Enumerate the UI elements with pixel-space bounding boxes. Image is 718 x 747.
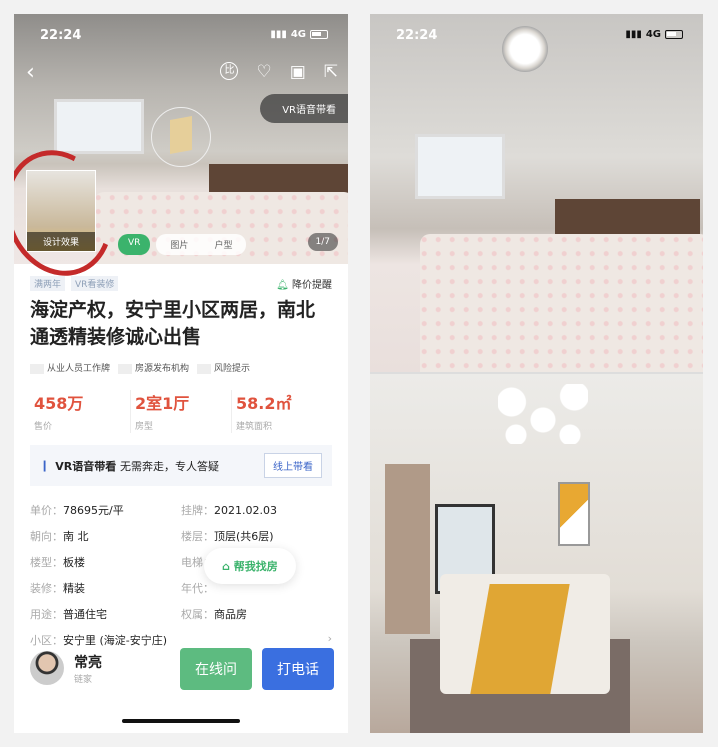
detail-item: 朝向：南 北 [30,530,89,543]
listing-title: 海淀产权，安宁里小区两居，南北通透精装修诚心出售 [30,299,316,348]
stat-price: 458万 售价 [30,390,131,433]
online-tour-button[interactable]: 线上带看 [264,453,322,478]
chat-online-button[interactable]: 在线问 [180,648,252,690]
badge-risk[interactable]: 风险提示 [197,361,250,374]
tab-photos[interactable]: 图片 [170,238,188,251]
price-alert-button[interactable]: 🔔︎ 降价提醒 [276,276,332,291]
share-icon[interactable]: ⇱ [324,62,338,82]
detail-item: 楼型：板楼 [30,556,85,569]
vr-voice-button[interactable]: VR语音带看 [260,94,348,123]
vr-icon: ❙ [40,459,50,472]
stat-area: 58.2㎡ 建筑面积 [236,394,292,432]
tag: 满两年 [30,276,66,291]
heart-icon[interactable]: ♡ [256,62,271,82]
photo-current-room[interactable] [370,14,703,372]
status-bar: 22:24 ▮▮▮ 4G [14,26,348,46]
agent-company: 链家 [74,674,93,685]
house-icon: ⌂ [222,560,230,573]
call-button[interactable]: 打电话 [262,648,334,690]
photos-phone-screen: 22:24 ▮▮▮ 4G [370,14,703,733]
battery-icon [310,30,328,39]
gallery-pager: 1/7 [307,233,338,251]
tag: VR看装修 [71,276,119,291]
network-label: 4G [290,29,306,40]
tab-floorplan[interactable]: 户型 [214,238,232,251]
calendar-check-icon[interactable]: ▣ [290,62,306,82]
compare-icon[interactable]: 比 [220,62,239,80]
back-icon[interactable]: ‹ [26,60,35,85]
badge-work-card[interactable]: 从业人员工作牌 [30,361,110,374]
bell-icon: 🔔︎ [276,280,289,291]
vr-hotspot[interactable] [151,107,211,167]
detail-item: 权属：商品房 [181,608,247,621]
tab-vr[interactable]: VR [118,234,151,255]
detail-item: 用途：普通住宅 [30,608,107,621]
status-bar: 22:24 ▮▮▮ 4G [370,26,703,46]
listing-phone-screen: 22:24 ▮▮▮ 4G ‹ 比 ♡ ▣ ⇱ VR语音带看 设计效果 VR 图片户… [14,14,348,733]
agent-bar: 常亮链家 在线问 打电话 [30,644,334,692]
photo-design-render[interactable] [370,374,703,733]
avatar[interactable] [30,651,64,685]
detail-item: 挂牌：2021.02.03 [181,504,277,517]
signal-icon: ▮▮▮ [625,29,642,40]
badge-agency[interactable]: 房源发布机构 [118,361,189,374]
detail-item: 楼层：顶层(共6层) [181,530,274,543]
status-time: 22:24 [40,28,82,43]
battery-icon [665,30,683,39]
detail-item: 单价：78695元/平 [30,504,124,517]
signal-icon: ▮▮▮ [270,29,287,40]
vr-tour-banner: ❙ VR语音带看 无需奔走，专人答疑 线上带看 [30,445,332,486]
detail-item: 装修：精装 [30,582,85,595]
home-indicator [122,719,240,723]
agent-name: 常亮 [74,654,102,671]
help-find-house-button[interactable]: ⌂ 帮我找房 [204,548,296,584]
stat-layout: 2室1厅 房型 [131,390,232,433]
